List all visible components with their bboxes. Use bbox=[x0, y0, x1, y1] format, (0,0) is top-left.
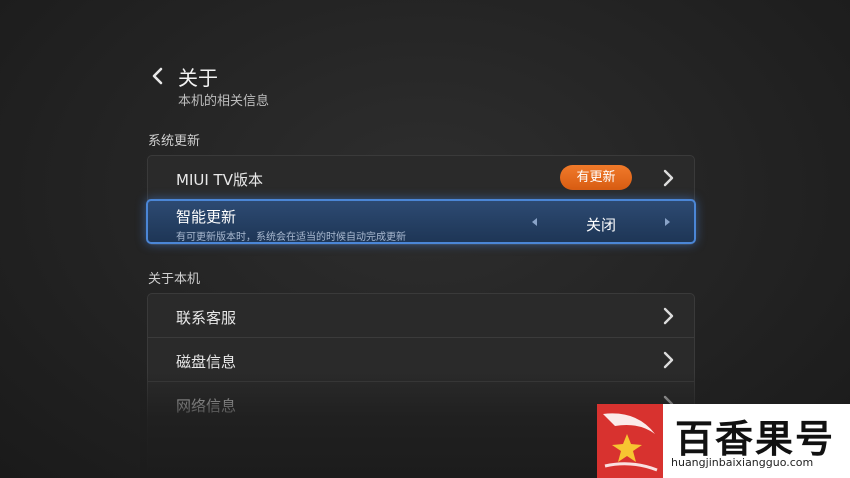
page-title: 关于 bbox=[178, 66, 218, 90]
watermark-brand: 百香果号 bbox=[675, 417, 836, 461]
smart-update-value: 关闭 bbox=[586, 216, 617, 234]
chevron-right-icon bbox=[663, 169, 674, 187]
watermark: 百香果号 huangjinbaixiangguo.com bbox=[597, 404, 850, 478]
section-title-system-update: 系统更新 bbox=[148, 134, 201, 149]
list-item-contact-support[interactable]: 联系客服 bbox=[148, 294, 694, 338]
watermark-url: huangjinbaixiangguo.com bbox=[671, 456, 814, 469]
miui-version-row[interactable]: MIUI TV版本 有更新 bbox=[148, 156, 694, 200]
smart-update-row[interactable]: 智能更新 有可更新版本时，系统会在适当的时候自动完成更新 关闭 bbox=[146, 199, 696, 244]
disk-info-label: 磁盘信息 bbox=[176, 353, 237, 371]
triangle-right-icon[interactable] bbox=[665, 218, 670, 226]
contact-support-label: 联系客服 bbox=[176, 309, 237, 327]
page-subtitle: 本机的相关信息 bbox=[178, 94, 270, 109]
network-info-label: 网络信息 bbox=[176, 397, 237, 415]
chevron-right-icon bbox=[663, 307, 674, 325]
chevron-right-icon bbox=[663, 351, 674, 369]
smart-update-label: 智能更新 bbox=[176, 208, 237, 226]
miui-version-label: MIUI TV版本 bbox=[176, 171, 263, 189]
smart-update-hint: 有可更新版本时，系统会在适当的时候自动完成更新 bbox=[176, 232, 406, 243]
watermark-logo bbox=[597, 404, 663, 478]
star-logo-icon bbox=[603, 413, 658, 472]
chevron-left-icon[interactable] bbox=[148, 66, 168, 86]
list-item-disk-info[interactable]: 磁盘信息 bbox=[148, 338, 694, 382]
update-available-badge: 有更新 bbox=[560, 165, 632, 190]
triangle-left-icon[interactable] bbox=[532, 218, 537, 226]
section-title-about-device: 关于本机 bbox=[148, 272, 201, 287]
